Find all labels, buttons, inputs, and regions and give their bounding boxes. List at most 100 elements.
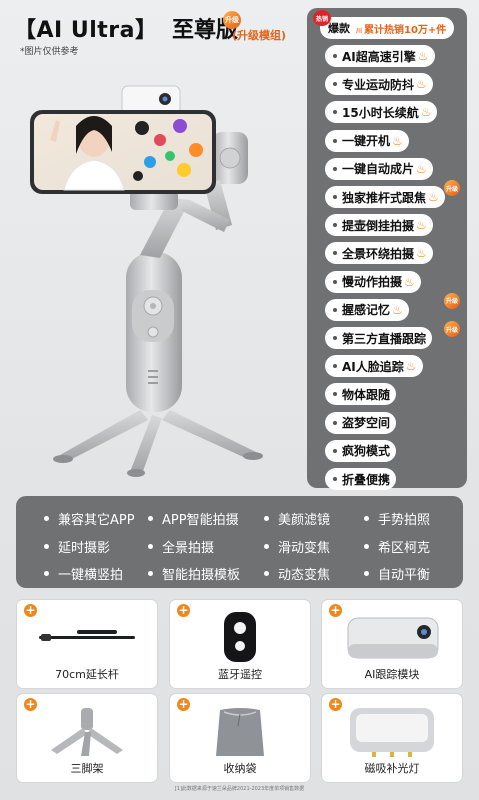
capability-label: 智能拍摄模板: [162, 568, 241, 583]
feature-item: 疯狗模式: [325, 439, 397, 462]
bullet-dot: [264, 544, 269, 549]
feature-item: AI超高速引擎 ♨: [325, 45, 435, 67]
accessory-label: 三脚架: [70, 762, 104, 775]
accessory-label: 收纳袋: [223, 762, 257, 775]
bullet-dot: [364, 516, 369, 521]
bullet-dot: [333, 138, 337, 143]
product-title: 【AI Ultra】: [14, 12, 158, 44]
feature-label: 折叠便携: [342, 472, 391, 487]
feature-item: 15小时长续航 ♨: [325, 101, 438, 124]
bullet-dot: [44, 516, 49, 521]
accessory-label: 70cm延长杆: [55, 668, 119, 681]
upgrade-badge: 升级: [444, 321, 460, 337]
capability-item: 滑动变焦: [264, 537, 330, 556]
bullet-dot: [264, 516, 269, 521]
feature-label: 提壶倒挂拍摄: [342, 218, 415, 233]
feature-item: 一键开机 ♨: [325, 129, 409, 152]
bullet-dot: [148, 544, 153, 549]
title-bracket-close: 】: [135, 18, 158, 43]
feature-label: AI超高速引擎: [342, 49, 416, 64]
feature-item: 专业运动防抖 ♨: [325, 73, 433, 96]
flame-icon: ♨: [404, 274, 415, 289]
feature-item: 物体跟随: [325, 383, 397, 406]
footer-note: [1]此数据来源于速兰朵品牌2021-2023年度单项销售数据: [174, 786, 305, 792]
feature-item: 握感记忆 ♨: [325, 298, 409, 321]
feature-item: 折叠便携: [325, 468, 397, 490]
accessory-card: + 70cm延长杆: [17, 600, 157, 688]
upgrade-badge: 升级: [444, 180, 460, 196]
capability-label: 兼容其它APP: [58, 513, 135, 528]
sales-prefix: 川: [356, 27, 363, 35]
title-main: AI Ultra: [36, 18, 136, 43]
accessory-label: 磁吸补光灯: [364, 762, 420, 775]
flame-icon: ♨: [416, 218, 427, 233]
ai-tracking-module-icon: [347, 617, 439, 659]
bullet-dot: [333, 195, 337, 199]
flame-icon: ♨: [420, 105, 432, 120]
capability-item: 兼容其它APP: [44, 509, 135, 528]
bullet-dot: [333, 82, 337, 87]
accessory-label: AI跟踪模块: [364, 668, 420, 681]
accessory-card: + 蓝牙遥控: [170, 600, 310, 688]
capability-item: APP智能拍摄: [148, 509, 239, 528]
bullet-dot: [333, 251, 337, 256]
feature-label: 15小时长续航: [342, 105, 419, 120]
bullet-dot: [148, 571, 153, 576]
feature-item: 盗梦空间: [325, 411, 397, 434]
fill-light-icon: [350, 708, 434, 757]
feature-label: AI人脸追踪: [342, 359, 404, 374]
bullet-dot: [333, 54, 337, 58]
upgrade-badge: 升级: [444, 292, 460, 309]
capability-item: 手势拍照: [364, 509, 430, 528]
flame-icon: ♨: [392, 133, 403, 148]
flame-icon: ♨: [428, 190, 439, 204]
feature-label: 慢动作拍摄: [342, 275, 403, 290]
capability-item: 美颜滤镜: [264, 509, 330, 528]
capability-item: 希区柯克: [364, 537, 430, 556]
capability-label: 一键横竖拍: [58, 568, 124, 583]
feature-label: 一键自动成片: [342, 162, 415, 177]
capability-item: 一键横竖拍: [44, 564, 123, 583]
image-reference-note: *图片仅供参考: [20, 47, 79, 57]
feature-item: AI人脸追踪 ♨: [325, 355, 423, 378]
feature-label: 握感记忆: [342, 303, 391, 318]
bullet-dot: [333, 279, 337, 284]
capability-item: 全景拍摄: [148, 537, 214, 556]
capability-item: 自动平衡: [364, 564, 430, 583]
bullet-dot: [148, 516, 153, 521]
feature-item: 提壶倒挂拍摄 ♨: [325, 214, 433, 237]
bullet-dot: [333, 364, 337, 369]
hot-badge-icon: 热销: [313, 10, 331, 26]
flame-icon: ♨: [416, 246, 427, 261]
feature-item: 第三方直播跟踪: [325, 327, 433, 349]
feature-label: 盗梦空间: [342, 416, 391, 431]
feature-item: 独家推杆式跟焦 ♨: [325, 186, 445, 208]
capability-label: 延时摄影: [58, 541, 111, 556]
bullet-dot: [44, 544, 49, 549]
accessory-card: + AI跟踪模块: [322, 600, 462, 688]
feature-label: 疯狗模式: [342, 444, 391, 459]
capability-label: 动态变焦: [278, 568, 331, 583]
bullet-dot: [333, 110, 337, 115]
feature-label: 物体跟随: [342, 387, 391, 402]
storage-bag-icon: [216, 708, 264, 756]
capability-label: 希区柯克: [378, 541, 431, 556]
accessory-card: + 三脚架: [17, 694, 157, 782]
flame-icon: ♨: [405, 359, 417, 374]
flame-icon: ♨: [417, 49, 429, 63]
tripod-icon: [51, 708, 123, 756]
plus-icon: +: [177, 603, 190, 617]
flame-icon: ♨: [416, 77, 427, 92]
accessory-card: + 磁吸补光灯: [322, 694, 462, 782]
plus-icon: +: [24, 603, 37, 617]
bullet-dot: [44, 571, 49, 576]
bullet-dot: [264, 571, 269, 576]
bullet-dot: [364, 571, 369, 576]
flame-icon: ♨: [392, 302, 403, 317]
sales-text: 累计热销10万+件: [364, 24, 447, 36]
capability-item: 动态变焦: [264, 564, 330, 583]
feature-item: 全景环绕拍摄 ♨: [325, 242, 433, 265]
capability-item: 智能拍摄模板: [148, 564, 240, 583]
accessory-label: 蓝牙遥控: [218, 668, 262, 681]
bullet-dot: [333, 307, 337, 312]
